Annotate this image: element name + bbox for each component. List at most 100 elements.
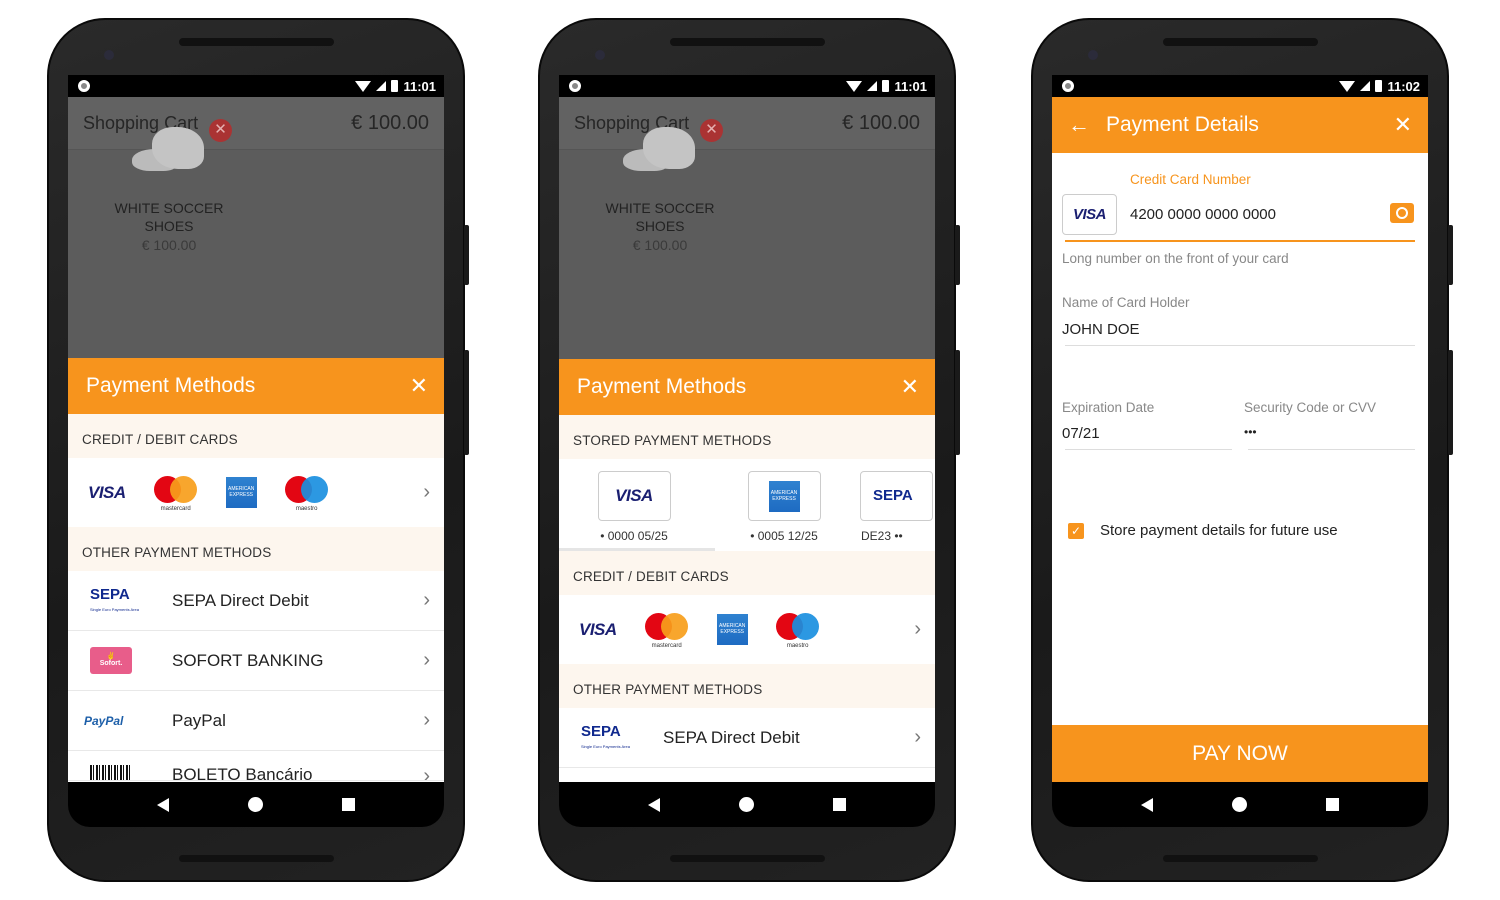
close-icon[interactable]: ✕ bbox=[1394, 112, 1412, 138]
method-sofort[interactable]: ✌ Sofort. SOFORT BANKING › bbox=[68, 631, 444, 691]
remove-item-button[interactable]: ✕ bbox=[700, 119, 723, 142]
speaker bbox=[670, 855, 825, 862]
battery-icon bbox=[882, 80, 890, 92]
item-price: € 100.00 bbox=[141, 237, 197, 253]
clock: 11:01 bbox=[894, 78, 927, 94]
home-icon[interactable] bbox=[1231, 797, 1247, 812]
screen: 11:01 Shopping Cart € 100.00 ✕ WHITE SOCC… bbox=[559, 75, 935, 827]
remove-item-button[interactable]: ✕ bbox=[209, 119, 232, 142]
speaker bbox=[670, 38, 825, 46]
recents-icon[interactable] bbox=[1325, 798, 1339, 811]
method-boleto[interactable]: BOLETO Bancário › bbox=[68, 751, 444, 781]
power-button bbox=[464, 225, 469, 285]
recents-icon[interactable] bbox=[832, 798, 846, 811]
mastercard-logo: mastercard bbox=[153, 475, 198, 512]
phone-1: 11:01 Shopping Cart € 100.00 ✕ WHITE SOCC… bbox=[47, 18, 469, 882]
cvv-input[interactable]: ••• bbox=[1244, 425, 1257, 439]
home-icon[interactable] bbox=[738, 797, 754, 812]
power-button bbox=[1448, 225, 1453, 285]
cart-total: € 100.00 bbox=[842, 111, 920, 134]
cvv-underline bbox=[1248, 449, 1415, 450]
home-icon[interactable] bbox=[247, 797, 263, 812]
stored-amex[interactable]: AMERICAN EXPRESS • 0005 12/25 bbox=[709, 471, 859, 551]
clock: 11:01 bbox=[403, 78, 436, 94]
section-other: OTHER PAYMENT METHODS bbox=[559, 664, 935, 708]
shopping-cart: Shopping Cart € 100.00 ✕ WHITE SOCCER SHO… bbox=[68, 97, 444, 359]
sepa-logo: SEPA Single Euro Payments Area bbox=[90, 585, 139, 612]
card-number-hint: Long number on the front of your card bbox=[1062, 251, 1289, 266]
pay-now-button[interactable]: PAY NOW bbox=[1052, 725, 1428, 782]
method-paypal[interactable]: PayPal PayPal › bbox=[68, 691, 444, 751]
wifi-icon bbox=[355, 80, 372, 92]
chevron-right-icon: › bbox=[423, 765, 430, 781]
holder-input[interactable]: JOHN DOE bbox=[1062, 321, 1140, 338]
chevron-right-icon: › bbox=[423, 709, 430, 731]
notification-icon bbox=[78, 80, 90, 92]
cards-row[interactable]: VISA mastercard AMERICAN EXPRESS maestro… bbox=[68, 458, 444, 527]
recents-icon[interactable] bbox=[341, 798, 355, 811]
speaker bbox=[179, 38, 334, 46]
notification-icon bbox=[569, 80, 581, 92]
stored-sepa[interactable]: SEPA DE23 •• bbox=[859, 471, 935, 551]
stored-methods-carousel[interactable]: VISA • 0000 05/25 AMERICAN EXPRESS • 0005 … bbox=[559, 459, 935, 551]
phone-3: 11:02 ← Payment Details ✕ Credit Card Nu… bbox=[1031, 18, 1453, 882]
battery-icon bbox=[1375, 80, 1383, 92]
nav-bar bbox=[559, 782, 935, 827]
item-name: WHITE SOCCER SHOES bbox=[605, 200, 715, 234]
status-bar: 11:02 bbox=[1052, 75, 1428, 97]
method-label: BOLETO Bancário bbox=[172, 765, 313, 781]
chevron-right-icon: › bbox=[423, 481, 430, 503]
card-number-underline bbox=[1065, 240, 1415, 242]
nav-bar bbox=[68, 782, 444, 827]
chevron-right-icon: › bbox=[423, 589, 430, 611]
payment-methods-sheet: Payment Methods ✕ STORED PAYMENT METHODS … bbox=[559, 359, 935, 782]
back-icon[interactable] bbox=[1141, 797, 1154, 812]
sepa-logo: SEPA bbox=[873, 487, 913, 504]
volume-button bbox=[955, 350, 960, 455]
method-sepa[interactable]: SEPA Single Euro Payments Area SEPA Direct… bbox=[559, 708, 935, 768]
sheet-title: Payment Methods bbox=[86, 374, 256, 397]
chevron-right-icon: › bbox=[914, 618, 921, 640]
amex-logo: AMERICAN EXPRESS bbox=[225, 477, 257, 508]
camera-icon[interactable] bbox=[1390, 203, 1414, 223]
speaker bbox=[1163, 855, 1318, 862]
expiry-input[interactable]: 07/21 bbox=[1062, 425, 1100, 442]
shoe-image bbox=[132, 127, 207, 182]
phone-2: 11:01 Shopping Cart € 100.00 ✕ WHITE SOCC… bbox=[538, 18, 960, 882]
method-label: SEPA Direct Debit bbox=[663, 727, 800, 747]
back-icon[interactable] bbox=[157, 797, 170, 812]
speaker bbox=[1163, 38, 1318, 46]
screen: 11:01 Shopping Cart € 100.00 ✕ WHITE SOCC… bbox=[68, 75, 444, 827]
sofort-logo: ✌ Sofort. bbox=[90, 647, 132, 674]
store-details-checkbox[interactable]: ✓ bbox=[1068, 523, 1084, 539]
close-icon[interactable]: ✕ bbox=[410, 373, 428, 399]
front-camera bbox=[1088, 50, 1098, 60]
back-arrow-icon[interactable]: ← bbox=[1068, 112, 1090, 138]
stored-visa[interactable]: VISA • 0000 05/25 bbox=[559, 471, 709, 551]
close-icon[interactable]: ✕ bbox=[901, 374, 919, 400]
back-icon[interactable] bbox=[648, 797, 661, 812]
front-camera bbox=[104, 50, 114, 60]
toolbar: ← Payment Details ✕ bbox=[1052, 97, 1428, 153]
mastercard-logo: mastercard bbox=[644, 612, 689, 649]
amex-logo: AMERICAN EXPRESS bbox=[768, 480, 800, 512]
cards-row[interactable]: VISA mastercard AMERICAN EXPRESS maestro… bbox=[559, 595, 935, 664]
visa-logo: VISA bbox=[88, 482, 126, 502]
payment-methods-sheet: Payment Methods ✕ CREDIT / DEBIT CARDS VI… bbox=[68, 358, 444, 782]
signal-icon bbox=[376, 81, 387, 91]
sepa-logo: SEPA Single Euro Payments Area bbox=[581, 722, 630, 749]
maestro-logo: maestro bbox=[284, 475, 329, 512]
item-name: WHITE SOCCER SHOES bbox=[114, 200, 224, 234]
stored-card-text: • 0005 12/25 bbox=[750, 529, 818, 543]
clock: 11:02 bbox=[1387, 78, 1420, 94]
paypal-logo: PayPal bbox=[84, 713, 124, 728]
holder-underline bbox=[1065, 345, 1415, 346]
status-bar: 11:01 bbox=[559, 75, 935, 97]
amex-logo: AMERICAN EXPRESS bbox=[716, 614, 748, 645]
store-details-label: Store payment details for future use bbox=[1100, 522, 1338, 539]
card-number-input[interactable]: 4200 0000 0000 0000 bbox=[1130, 206, 1276, 223]
method-sepa[interactable]: SEPA Single Euro Payments Area SEPA Direct… bbox=[68, 571, 444, 631]
expiry-label: Expiration Date bbox=[1062, 400, 1155, 415]
shoe-image bbox=[623, 127, 698, 182]
battery-icon bbox=[391, 80, 399, 92]
